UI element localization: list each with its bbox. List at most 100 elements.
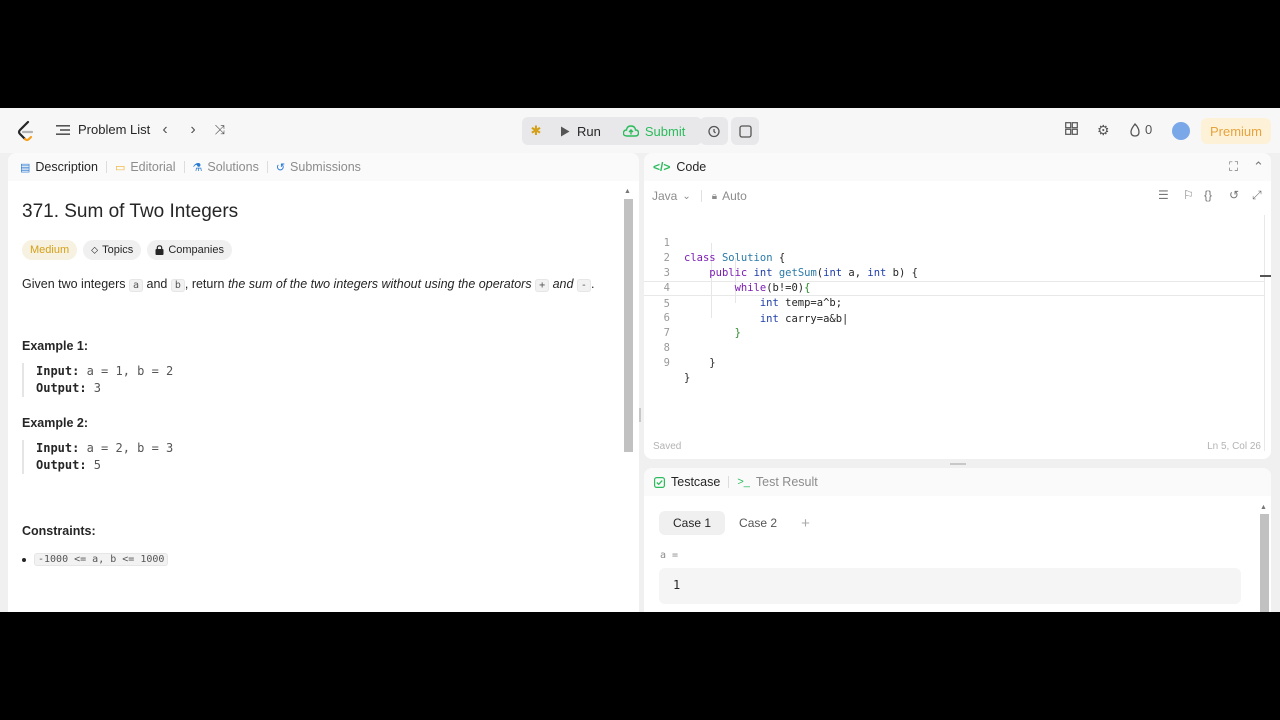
code-line[interactable]: 1 class Solution { bbox=[644, 221, 1264, 264]
testcase-panel: Testcase >_ Test Result Case 1 Case 2 + … bbox=[644, 468, 1271, 612]
tab-editorial-label: Editorial bbox=[130, 160, 176, 174]
format-lines-icon[interactable]: ☰ bbox=[1158, 188, 1169, 202]
premium-button[interactable]: Premium bbox=[1201, 118, 1271, 144]
code-panel-title: Code bbox=[676, 160, 707, 174]
vertical-splitter-handle[interactable] bbox=[639, 408, 641, 422]
history-icon: ↺ bbox=[275, 161, 286, 174]
code-line-current[interactable]: 5 int carry=a&b| bbox=[644, 281, 1264, 325]
prev-problem-chevron-left-icon[interactable]: ‹ bbox=[156, 121, 174, 139]
editor-toolbar: Java ⌄ 🔒︎ Auto bbox=[644, 183, 1271, 209]
notes-icon[interactable] bbox=[731, 117, 759, 145]
streak-counter[interactable]: 0 bbox=[1129, 122, 1152, 137]
tab-description[interactable]: ▤ Description bbox=[20, 160, 98, 174]
tab-solutions[interactable]: ⚗ Solutions bbox=[193, 160, 259, 174]
book-icon: ▭ bbox=[114, 161, 126, 174]
run-submit-group: ✱ Run Submit bbox=[522, 117, 702, 145]
submit-label: Submit bbox=[644, 123, 686, 139]
terminal-icon: >_ bbox=[737, 476, 750, 488]
topics-label: Topics bbox=[102, 244, 134, 256]
description-tabbar: ▤ Description ▭ Editorial ⚗ Solutions ↺ … bbox=[8, 153, 639, 181]
companies-tag[interactable]: Companies bbox=[147, 240, 232, 260]
example-1-block: Input: a = 1, b = 2 Output: 3 bbox=[22, 363, 173, 397]
code-brackets-icon: </> bbox=[653, 160, 671, 174]
difficulty-badge: Medium bbox=[22, 240, 78, 260]
document-icon: ▤ bbox=[20, 161, 31, 174]
code-line[interactable]: 2 public int getSum(int a, int b) { bbox=[644, 236, 1264, 279]
editor-scrollbar[interactable] bbox=[1264, 215, 1265, 451]
code-line[interactable]: 6 } bbox=[644, 296, 1264, 339]
example-2-block: Input: a = 2, b = 3 Output: 5 bbox=[22, 440, 173, 474]
play-icon bbox=[561, 126, 570, 136]
fire-icon bbox=[1130, 122, 1140, 137]
leetcode-logo-icon[interactable] bbox=[16, 120, 36, 142]
tab-solutions-label: Solutions bbox=[207, 160, 259, 174]
testcase-header: Testcase >_ Test Result bbox=[644, 468, 1271, 496]
tab-submissions[interactable]: ↺ Submissions bbox=[276, 160, 361, 174]
horizontal-splitter-handle[interactable] bbox=[950, 463, 966, 465]
autocomplete-mode[interactable]: Auto bbox=[722, 189, 747, 203]
code-line[interactable]: 7 bbox=[644, 311, 1264, 339]
companies-label: Companies bbox=[168, 244, 224, 256]
tab-test-result[interactable]: >_ Test Result bbox=[737, 475, 817, 489]
expand-arrows-icon[interactable]: ⤢ bbox=[1252, 188, 1262, 203]
layout-grid-icon[interactable] bbox=[1065, 121, 1078, 139]
case-tabs: Case 1 Case 2 + bbox=[659, 511, 810, 535]
run-label: Run bbox=[577, 123, 601, 139]
problem-title[interactable]: 371. Sum of Two Integers bbox=[22, 201, 238, 223]
code-panel-header: </> Code bbox=[644, 153, 1271, 181]
testcase-scrollbar[interactable] bbox=[1260, 514, 1269, 612]
constraint-text: -1000 <= a, b <= 1000 bbox=[34, 553, 169, 566]
streak-count: 0 bbox=[1145, 122, 1153, 137]
constraint-item: -1000 <= a, b <= 1000 bbox=[22, 553, 169, 566]
chevron-down-icon[interactable]: ⌄ bbox=[682, 191, 690, 202]
case-tab-2[interactable]: Case 2 bbox=[725, 511, 791, 535]
leetcode-app: Problem List ‹ › ⤨ ✱ Run Submit ⚙ 0 Prem… bbox=[0, 108, 1280, 612]
code-panel: </> Code ⛶ ⌃ Java ⌄ 🔒︎ Auto ☰ ⚐ {} ↺ ⤢ 1… bbox=[644, 153, 1271, 459]
description-scrollbar[interactable] bbox=[624, 199, 633, 452]
constraints-title: Constraints: bbox=[22, 524, 96, 538]
example-1-title: Example 1: bbox=[22, 339, 89, 353]
lock-icon bbox=[155, 245, 164, 255]
problem-statement: Given two integers a and b, return the s… bbox=[22, 277, 595, 292]
cursor-position: Ln 5, Col 26 bbox=[1207, 441, 1261, 452]
cloud-upload-icon bbox=[622, 125, 639, 137]
tab-description-label: Description bbox=[35, 160, 98, 174]
case-tab-1[interactable]: Case 1 bbox=[659, 511, 726, 535]
editor-cursor-marker bbox=[1260, 275, 1271, 277]
collapse-chevron-up-icon[interactable]: ⌃ bbox=[1253, 159, 1264, 175]
user-avatar[interactable] bbox=[1172, 122, 1190, 140]
next-problem-chevron-right-icon[interactable]: › bbox=[184, 121, 202, 139]
timer-alarm-icon[interactable] bbox=[700, 117, 728, 145]
example-2-title: Example 2: bbox=[22, 416, 89, 430]
code-line[interactable]: 9 } bbox=[644, 341, 1264, 384]
code-line[interactable]: 8 } bbox=[644, 326, 1264, 369]
variable-label: a = bbox=[660, 550, 679, 561]
settings-gear-icon[interactable]: ⚙ bbox=[1097, 121, 1110, 139]
variable-input-a[interactable]: 1 bbox=[659, 568, 1241, 604]
add-case-plus-icon[interactable]: + bbox=[801, 515, 810, 532]
code-editor[interactable]: 1 class Solution { 2 public int getSum(i… bbox=[644, 215, 1264, 445]
random-problem-shuffle-icon[interactable]: ⤨ bbox=[211, 121, 229, 139]
tag-icon: ⬦ bbox=[91, 244, 99, 256]
tab-test-result-label: Test Result bbox=[755, 475, 818, 489]
language-select[interactable]: Java bbox=[652, 189, 677, 203]
tab-testcase-label: Testcase bbox=[671, 475, 721, 489]
checkbox-icon bbox=[654, 476, 665, 488]
code-line[interactable]: 4 int temp=a^b; bbox=[644, 266, 1264, 309]
problem-list-button[interactable]: Problem List bbox=[56, 122, 150, 137]
fullscreen-expand-icon[interactable]: ⛶ bbox=[1229, 159, 1238, 175]
top-navbar: Problem List ‹ › ⤨ ✱ Run Submit ⚙ 0 Prem… bbox=[0, 108, 1280, 153]
scroll-up-arrow-icon[interactable]: ▲ bbox=[624, 188, 631, 195]
tab-editorial[interactable]: ▭ Editorial bbox=[115, 160, 176, 174]
braces-icon[interactable]: {} bbox=[1204, 188, 1212, 202]
code-line[interactable]: 3 while(b!=0){ bbox=[644, 251, 1264, 294]
reset-undo-icon[interactable]: ↺ bbox=[1229, 188, 1239, 202]
scroll-up-arrow-icon[interactable]: ▲ bbox=[1260, 504, 1267, 511]
bookmark-icon[interactable]: ⚐ bbox=[1183, 188, 1194, 202]
tab-testcase[interactable]: Testcase bbox=[654, 475, 720, 489]
debug-bug-icon[interactable]: ✱ bbox=[522, 117, 550, 145]
topics-tag[interactable]: ⬦ Topics bbox=[83, 240, 142, 260]
submit-button[interactable]: Submit bbox=[613, 117, 695, 145]
tab-submissions-label: Submissions bbox=[290, 160, 361, 174]
run-button[interactable]: Run bbox=[550, 117, 613, 145]
